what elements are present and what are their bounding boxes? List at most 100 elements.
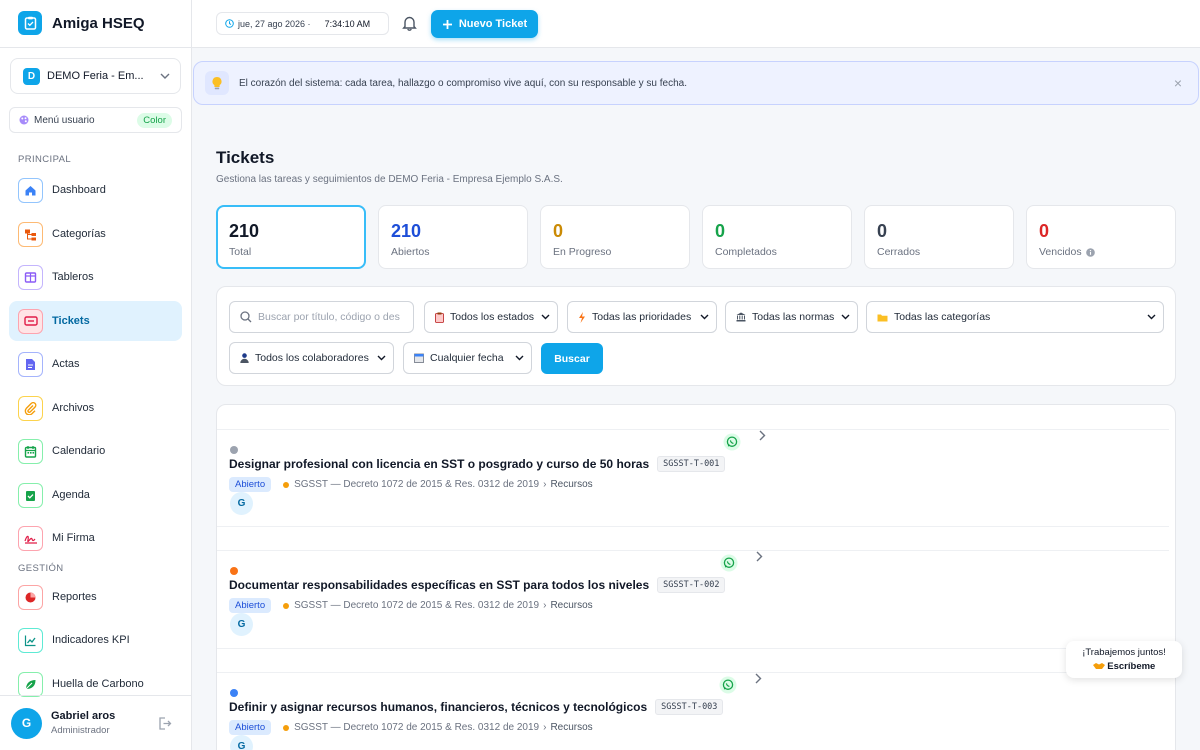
user-menu-toggle[interactable]: Menú usuario Color <box>9 107 182 133</box>
avatar[interactable]: G <box>11 707 42 739</box>
lightbulb-icon <box>205 71 229 95</box>
sidebar-item-calendario[interactable]: Calendario <box>9 431 182 471</box>
new-ticket-label: Nuevo Ticket <box>458 18 528 30</box>
page-subtitle: Gestiona las tareas y seguimientos de DE… <box>216 174 563 185</box>
breadcrumb-separator: › <box>543 722 547 733</box>
search-input[interactable]: Buscar por título, código o des <box>229 301 414 333</box>
org-name: DEMO Feria - Em... <box>47 70 144 82</box>
close-icon[interactable]: × <box>1174 75 1182 91</box>
sidebar-item-mi-firma[interactable]: Mi Firma <box>9 518 182 558</box>
norm-filter-select[interactable]: Todas las normas <box>725 301 858 333</box>
divider <box>217 429 1169 430</box>
paperclip-icon <box>18 395 43 421</box>
sidebar-item-label: Tickets <box>52 315 90 327</box>
priority-filter-value: Todas las prioridades <box>592 311 692 323</box>
chevron-down-icon <box>160 73 170 79</box>
stat-card-total[interactable]: 210 Total <box>216 205 366 269</box>
priority-filter-select[interactable]: Todas las prioridades <box>567 301 717 333</box>
assignee-avatar[interactable]: G <box>230 492 253 515</box>
lightning-icon <box>578 311 586 323</box>
ticket-row[interactable]: Definir y asignar recursos humanos, fina… <box>229 673 1169 750</box>
ticket-code: SGSST-T-001 <box>657 456 726 472</box>
contact-widget-title: ¡Trabajemos juntos! <box>1082 647 1166 658</box>
stat-card-abiertos[interactable]: 210 Abiertos <box>378 205 528 269</box>
clipboard-icon <box>18 11 42 35</box>
whatsapp-icon[interactable] <box>719 676 737 694</box>
date-filter-select[interactable]: Cualquier fecha <box>403 342 532 374</box>
priority-dot <box>230 567 238 575</box>
document-icon <box>18 351 43 377</box>
ticket-norm: SGSST — Decreto 1072 de 2015 & Res. 0312… <box>294 479 540 490</box>
line-chart-icon <box>18 627 43 653</box>
user-name: Gabriel aros <box>51 710 116 722</box>
search-button[interactable]: Buscar <box>541 343 603 374</box>
ticket-title[interactable]: Documentar responsabilidades específicas… <box>229 578 649 592</box>
category-filter-select[interactable]: Todas las categorías <box>866 301 1164 333</box>
ticket-row[interactable]: Designar profesional con licencia en SST… <box>229 430 1169 541</box>
chevron-right-icon[interactable] <box>755 673 762 684</box>
sidebar-item-reportes[interactable]: Reportes <box>9 577 182 617</box>
org-badge: D <box>23 67 40 85</box>
pie-chart-icon <box>18 584 43 610</box>
sidebar: Amiga HSEQ D DEMO Feria - Em... Menú usu… <box>0 0 192 750</box>
brand[interactable]: Amiga HSEQ <box>18 11 145 35</box>
contact-widget[interactable]: ¡Trabajemos juntos! Escríbeme <box>1066 641 1182 678</box>
plus-icon <box>442 19 453 30</box>
collaborator-filter-select[interactable]: Todos los colaboradores <box>229 342 394 374</box>
breadcrumb-separator: › <box>543 600 547 611</box>
sidebar-item-actas[interactable]: Actas <box>9 344 182 384</box>
color-badge[interactable]: Color <box>137 112 172 128</box>
board-icon <box>18 264 43 290</box>
ticket-title[interactable]: Designar profesional con licencia en SST… <box>229 457 649 471</box>
ticket-icon <box>18 308 43 334</box>
chevron-right-icon[interactable] <box>756 551 763 562</box>
contact-widget-action: Escríbeme <box>1107 661 1156 672</box>
whatsapp-icon[interactable] <box>723 433 741 451</box>
date-filter-value: Cualquier fecha <box>430 352 504 364</box>
date-time-display: jue, 27 ago 2026 · 7:34:10 AM <box>216 12 389 35</box>
clipboard-icon <box>435 312 444 323</box>
info-icon[interactable] <box>1085 247 1095 257</box>
stat-card-completados[interactable]: 0 Completados <box>702 205 852 269</box>
stat-card-cerrados[interactable]: 0 Cerrados <box>864 205 1014 269</box>
filters-panel: Buscar por título, código o des Todos lo… <box>216 286 1176 386</box>
chevron-down-icon <box>515 355 524 361</box>
sidebar-item-agenda[interactable]: Agenda <box>9 475 182 515</box>
sidebar-item-label: Categorías <box>52 228 106 240</box>
divider <box>217 550 1169 551</box>
sidebar-item-dashboard[interactable]: Dashboard <box>9 170 182 210</box>
ticket-category: Recursos <box>550 722 593 733</box>
signature-icon <box>18 525 43 551</box>
user-role: Administrador <box>51 725 110 736</box>
logout-icon[interactable] <box>158 716 172 730</box>
chevron-down-icon <box>541 314 550 320</box>
sidebar-item-label: Indicadores KPI <box>52 634 130 646</box>
sidebar-item-tableros[interactable]: Tableros <box>9 257 182 297</box>
whatsapp-icon[interactable] <box>720 554 738 572</box>
new-ticket-button[interactable]: Nuevo Ticket <box>431 10 538 38</box>
ticket-norm: SGSST — Decreto 1072 de 2015 & Res. 0312… <box>294 600 540 611</box>
status-filter-select[interactable]: Todos los estados <box>424 301 558 333</box>
category-filter-value: Todas las categorías <box>894 311 991 323</box>
assignee-avatar[interactable]: G <box>230 735 253 750</box>
stat-label: Abiertos <box>391 246 430 258</box>
stat-card-vencidos[interactable]: 0 Vencidos <box>1026 205 1176 269</box>
sidebar-item-archivos[interactable]: Archivos <box>9 388 182 428</box>
chevron-right-icon[interactable] <box>759 430 766 441</box>
ticket-row[interactable]: Documentar responsabilidades específicas… <box>229 551 1169 662</box>
divider <box>217 648 1169 649</box>
organization-selector[interactable]: D DEMO Feria - Em... <box>10 58 181 94</box>
norm-filter-value: Todas las normas <box>752 311 835 323</box>
sidebar-item-categorias[interactable]: Categorías <box>9 214 182 254</box>
sidebar-item-label: Tableros <box>52 271 94 283</box>
sidebar-item-tickets[interactable]: Tickets <box>9 301 182 341</box>
norm-dot <box>283 602 290 609</box>
stat-card-en-progreso[interactable]: 0 En Progreso <box>540 205 690 269</box>
user-menu-label: Menú usuario <box>34 114 95 126</box>
sidebar-item-indicadores-kpi[interactable]: Indicadores KPI <box>9 620 182 660</box>
assignee-avatar[interactable]: G <box>230 613 253 636</box>
stat-label: En Progreso <box>553 246 612 258</box>
ticket-title[interactable]: Definir y asignar recursos humanos, fina… <box>229 700 647 714</box>
palette-icon <box>19 115 29 125</box>
bell-icon[interactable] <box>402 15 417 31</box>
